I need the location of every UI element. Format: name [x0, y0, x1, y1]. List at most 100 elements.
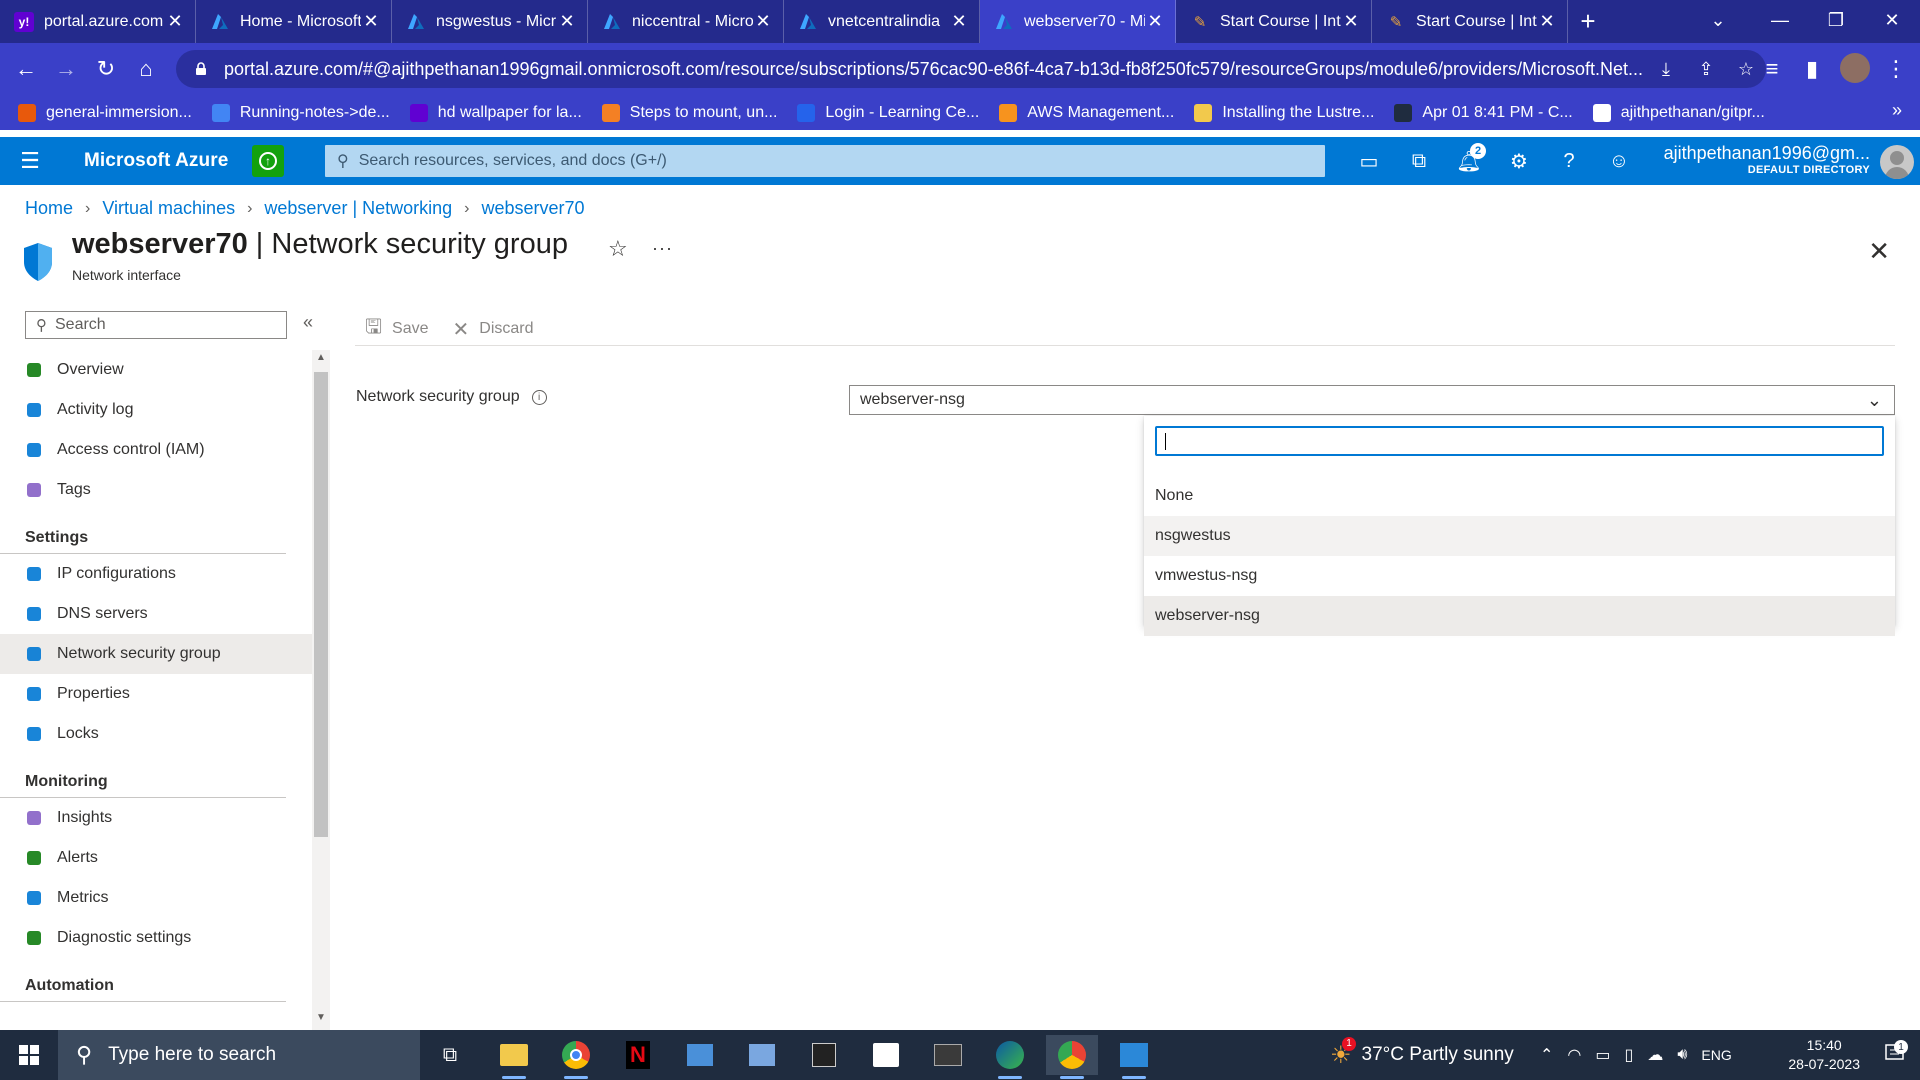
menu-item-tags[interactable]: Tags — [0, 470, 312, 510]
tab-close-icon[interactable]: ✕ — [753, 11, 773, 32]
terminal-app-icon[interactable] — [798, 1035, 850, 1075]
account-avatar[interactable] — [1880, 145, 1914, 179]
url-field[interactable]: portal.azure.com/#@ajithpethanan1996gmai… — [176, 50, 1766, 88]
browser-tab[interactable]: vnetcentralindia ✕ — [784, 0, 980, 43]
tab-search-chevron-icon[interactable]: ⌄ — [1690, 0, 1746, 40]
reading-list-icon[interactable]: ≡ — [1752, 49, 1792, 89]
tab-close-icon[interactable]: ✕ — [949, 11, 969, 32]
volume-icon[interactable]: 🔊︎ — [1677, 1046, 1687, 1064]
bookmark-item[interactable]: Installing the Lustre... — [1194, 103, 1374, 122]
remote-desktop-icon[interactable] — [736, 1035, 788, 1075]
menu-item-insights[interactable]: Insights — [0, 798, 312, 838]
tab-close-icon[interactable]: ✕ — [1145, 11, 1165, 32]
bookmark-item[interactable]: Steps to mount, un... — [601, 103, 777, 122]
wifi-icon[interactable]: ◠ — [1567, 1045, 1581, 1065]
browser-tab[interactable]: ✎ Start Course | Inte ✕ — [1176, 0, 1372, 43]
edge-icon[interactable] — [984, 1035, 1036, 1079]
new-tab-button[interactable]: + — [1568, 0, 1608, 43]
help-icon[interactable]: ? — [1552, 145, 1586, 177]
menu-item-properties[interactable]: Properties — [0, 674, 312, 714]
menu-item-access-control-iam[interactable]: Access control (IAM) — [0, 430, 312, 470]
favorite-star-icon[interactable]: ☆ — [608, 236, 628, 262]
nsg-option[interactable]: None — [1144, 476, 1895, 516]
cloud-shell-icon[interactable]: ▭ — [1352, 145, 1386, 177]
azure-search-input[interactable]: ⚲ Search resources, services, and docs (… — [325, 145, 1325, 177]
scroll-up-icon[interactable]: ▲ — [312, 352, 330, 363]
nsg-option[interactable]: vmwestus-nsg — [1144, 556, 1895, 596]
menu-item-dns-servers[interactable]: DNS servers — [0, 594, 312, 634]
menu-item-metrics[interactable]: Metrics — [0, 878, 312, 918]
bookmark-item[interactable]: AWS Management... — [999, 103, 1174, 122]
breadcrumb-virtual-machines[interactable]: Virtual machines — [102, 198, 235, 219]
directory-filter-icon[interactable]: ⧉ — [1402, 145, 1436, 177]
display-icon[interactable]: ▯ — [1625, 1045, 1634, 1065]
bookmark-item[interactable]: ajithpethanan/gitpr... — [1592, 103, 1765, 122]
browser-tab[interactable]: niccentral - Micro ✕ — [588, 0, 784, 43]
browser-tab[interactable]: Home - Microsoft ✕ — [196, 0, 392, 43]
nsg-option[interactable]: webserver-nsg — [1144, 596, 1895, 636]
tab-close-icon[interactable]: ✕ — [557, 11, 577, 32]
nsg-select[interactable]: webserver-nsg ⌄ — [849, 385, 1895, 415]
bookmark-item[interactable]: Apr 01 8:41 PM - C... — [1394, 103, 1573, 122]
photos-icon[interactable] — [1108, 1035, 1160, 1079]
chrome-profile-icon[interactable] — [1046, 1035, 1098, 1079]
bookmark-item[interactable]: hd wallpaper for la... — [409, 103, 582, 122]
restore-button[interactable]: ❐ — [1808, 0, 1864, 40]
azure-brand[interactable]: Microsoft Azure — [84, 150, 228, 172]
network-app-icon[interactable] — [674, 1035, 726, 1075]
breadcrumb-webserver70[interactable]: webserver70 — [481, 198, 584, 219]
account-info[interactable]: ajithpethanan1996@gm... DEFAULT DIRECTOR… — [1664, 143, 1870, 176]
portal-menu-icon[interactable]: ☰ — [0, 137, 60, 185]
browser-tab[interactable]: nsgwestus - Micr ✕ — [392, 0, 588, 43]
collapse-menu-icon[interactable]: « — [303, 312, 313, 333]
browser-tab[interactable]: webserver70 - Mi ✕ — [980, 0, 1176, 43]
notification-center-icon[interactable]: 1 — [1884, 1040, 1908, 1064]
menu-scroll-thumb[interactable] — [314, 372, 328, 837]
info-icon[interactable]: i — [531, 389, 547, 405]
menu-item-overview[interactable]: Overview — [0, 350, 312, 390]
menu-item-diagnostic-settings[interactable]: Diagnostic settings — [0, 918, 312, 958]
close-blade-icon[interactable]: ✕ — [1868, 236, 1890, 267]
menu-item-activity-log[interactable]: Activity log — [0, 390, 312, 430]
file-explorer-icon[interactable] — [488, 1035, 540, 1079]
bookmark-item[interactable]: general-immersion... — [18, 103, 192, 122]
more-options-icon[interactable]: ··· — [652, 238, 673, 259]
breadcrumb-webserver-networking[interactable]: webserver | Networking — [264, 198, 452, 219]
menu-search-input[interactable]: ⚲ Search — [25, 311, 287, 339]
scroll-down-icon[interactable]: ▼ — [312, 1012, 330, 1023]
menu-item-network-security-group[interactable]: Network security group — [0, 634, 312, 674]
task-view-icon[interactable]: ⧉ — [424, 1035, 476, 1075]
bookmark-item[interactable]: Login - Learning Ce... — [797, 103, 979, 122]
nsg-option[interactable]: nsgwestus — [1144, 516, 1895, 556]
notifications-icon[interactable]: 🔔︎ 2 — [1452, 143, 1486, 177]
feedback-icon[interactable]: ☺ — [1602, 145, 1636, 177]
bookmarks-overflow-icon[interactable]: » — [1892, 100, 1902, 121]
profile-avatar[interactable] — [1840, 53, 1870, 83]
browser-menu-icon[interactable]: ⋮ — [1876, 49, 1916, 89]
browser-tab[interactable]: y! portal.azure.com ✕ — [0, 0, 196, 43]
browser-tab[interactable]: ✎ Start Course | Inte ✕ — [1372, 0, 1568, 43]
weather-widget[interactable]: ☀ 1 37°C Partly sunny — [1330, 1030, 1514, 1080]
home-icon[interactable]: ⌂ — [126, 49, 166, 89]
minimize-button[interactable]: — — [1752, 0, 1808, 40]
windows-start-icon[interactable] — [0, 1030, 58, 1080]
forward-icon[interactable]: → — [46, 49, 86, 89]
menu-item-ip-configurations[interactable]: IP configurations — [0, 554, 312, 594]
tab-close-icon[interactable]: ✕ — [165, 11, 185, 32]
discard-button[interactable]: ✕ Discard — [453, 317, 534, 342]
tab-close-icon[interactable]: ✕ — [1341, 11, 1361, 32]
install-app-icon[interactable]: ⤓ — [1646, 59, 1686, 80]
breadcrumb-home[interactable]: Home — [25, 198, 73, 219]
back-icon[interactable]: ← — [6, 49, 46, 89]
store-icon[interactable] — [860, 1035, 912, 1075]
menu-item-locks[interactable]: Locks — [0, 714, 312, 754]
netflix-icon[interactable]: N — [612, 1035, 664, 1075]
settings-gear-icon[interactable]: ⚙ — [1502, 145, 1536, 177]
onedrive-icon[interactable]: ☁ — [1647, 1045, 1663, 1065]
taskbar-clock[interactable]: 15:40 28-07-2023 — [1788, 1036, 1860, 1074]
tray-chevron-up-icon[interactable]: ⌃ — [1540, 1045, 1553, 1065]
dropdown-filter-input[interactable] — [1155, 426, 1884, 456]
save-button[interactable]: 🖫︎ Save — [365, 312, 429, 346]
upgrade-icon[interactable]: ↑ — [252, 145, 284, 177]
snipping-tool-icon[interactable] — [922, 1035, 974, 1075]
